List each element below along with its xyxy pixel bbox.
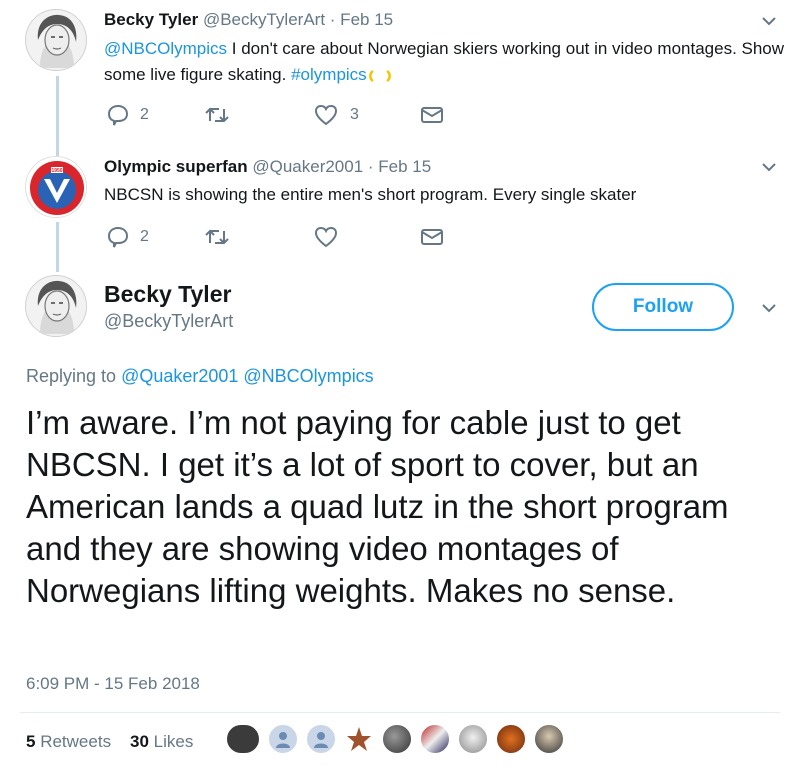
reply-icon — [107, 226, 129, 248]
envelope-icon — [421, 107, 443, 123]
liker-avatar[interactable] — [344, 724, 374, 754]
liker-avatar[interactable] — [420, 724, 450, 754]
tweet-date[interactable]: · Feb 15 — [330, 10, 393, 29]
heart-icon — [314, 104, 338, 126]
retweet-button[interactable] — [204, 227, 314, 247]
like-button[interactable] — [314, 226, 420, 248]
replying-prefix: Replying to — [26, 366, 122, 386]
like-count: 3 — [350, 106, 359, 123]
replying-to: Replying to @Quaker2001 @NBCOlympics — [26, 366, 374, 387]
replying-mentions[interactable]: @Quaker2001 @NBCOlympics — [121, 366, 374, 386]
liker-avatar[interactable] — [458, 724, 488, 754]
liker-avatar[interactable] — [226, 724, 260, 754]
likers-list — [226, 724, 572, 754]
liker-avatar[interactable] — [306, 724, 336, 754]
avatar[interactable] — [25, 9, 87, 71]
liker-avatar[interactable] — [382, 724, 412, 754]
envelope-icon — [421, 229, 443, 245]
tweet-date[interactable]: · Feb 15 — [368, 157, 431, 176]
tweet-timestamp[interactable]: 6:09 PM - 15 Feb 2018 — [26, 674, 200, 694]
olympic-rings-icon — [368, 69, 391, 82]
likes-stat[interactable]: 30 Likes — [130, 732, 193, 751]
author-handle[interactable]: @BeckyTylerArt — [104, 311, 233, 332]
chevron-down-icon[interactable] — [760, 12, 778, 30]
liker-avatar[interactable] — [496, 724, 526, 754]
avatar[interactable]: 1950 — [25, 156, 87, 218]
avatar[interactable] — [25, 275, 87, 337]
hashtag-link[interactable]: #olympics — [291, 65, 367, 84]
mention-link[interactable]: @NBCOlympics — [104, 39, 227, 58]
divider — [20, 712, 780, 713]
heart-icon — [314, 226, 338, 248]
liker-avatar[interactable] — [268, 724, 298, 754]
retweet-icon — [205, 229, 229, 245]
retweet-button[interactable] — [204, 105, 314, 125]
default-user-icon — [276, 732, 290, 748]
chevron-down-icon[interactable] — [760, 299, 778, 317]
reply-icon — [107, 104, 129, 126]
liker-avatar[interactable] — [534, 724, 564, 754]
author-name[interactable]: Becky Tyler — [104, 10, 198, 29]
like-button[interactable]: 3 — [314, 104, 420, 126]
reply-button[interactable]: 2 — [106, 104, 204, 126]
author-handle[interactable]: @BeckyTylerArt — [203, 10, 325, 29]
tweet-text: NBCSN is showing the entire men's short … — [104, 182, 794, 208]
direct-message-button[interactable] — [420, 227, 444, 247]
default-user-icon — [314, 732, 328, 748]
author-name[interactable]: Becky Tyler — [104, 281, 231, 308]
direct-message-button[interactable] — [420, 105, 444, 125]
thread-line — [56, 76, 59, 156]
tweet-body: NBCSN is showing the entire men's short … — [104, 185, 637, 204]
star-icon — [347, 727, 371, 751]
thread-line — [56, 222, 59, 272]
reply-count: 2 — [140, 106, 149, 123]
engagement-stats: 5 Retweets 30 Likes — [26, 732, 193, 752]
retweet-icon — [205, 107, 229, 123]
svg-text:1950: 1950 — [51, 168, 62, 174]
chevron-down-icon[interactable] — [760, 158, 778, 176]
author-name[interactable]: Olympic superfan — [104, 157, 248, 176]
retweets-stat[interactable]: 5 Retweets — [26, 732, 111, 751]
main-tweet-text: I’m aware. I’m not paying for cable just… — [26, 404, 729, 609]
follow-button[interactable]: Follow — [592, 283, 734, 331]
tweet-text: @NBCOlympics I don't care about Norwegia… — [104, 36, 794, 88]
author-handle[interactable]: @Quaker2001 — [252, 157, 363, 176]
reply-count: 2 — [140, 228, 149, 245]
reply-button[interactable]: 2 — [106, 226, 204, 248]
